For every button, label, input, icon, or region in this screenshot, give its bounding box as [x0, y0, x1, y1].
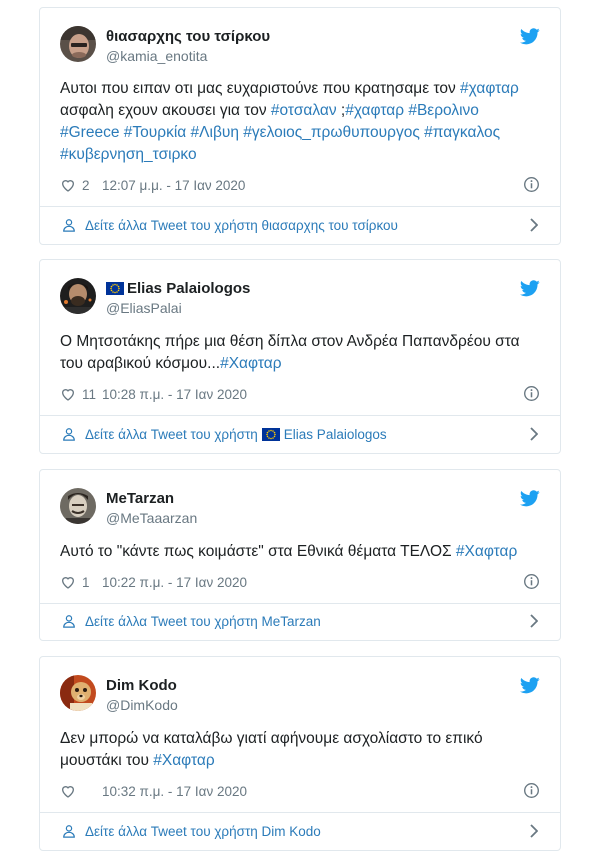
hashtag-link[interactable]: #χαφταρ: [345, 102, 404, 119]
tweet-meta: 11 10:28 π.μ. - 17 Ιαν 2020: [60, 383, 540, 405]
timestamp[interactable]: 10:22 π.μ. - 17 Ιαν 2020: [102, 575, 247, 590]
avatar[interactable]: [60, 26, 96, 62]
heart-icon[interactable]: [60, 783, 76, 799]
user-icon: [63, 219, 75, 232]
info-icon[interactable]: [523, 176, 540, 193]
display-name-text: Elias Palaiologos: [127, 280, 251, 297]
tweet-header: Dim Kodo @DimKodo: [40, 657, 560, 729]
tweet-text: Αυτοι που ειπαν οτι μας ευχαριστούνε που…: [60, 78, 540, 166]
see-more-tweets-link[interactable]: Δείτε άλλα Tweet του χρήστη Dim Kodo: [40, 812, 560, 850]
heart-icon[interactable]: [60, 386, 76, 402]
hashtag-link[interactable]: #Τουρκία: [124, 124, 186, 141]
like-count[interactable]: 1: [82, 575, 96, 590]
hashtag-link[interactable]: #Χαφταρ: [456, 543, 517, 560]
tweet-text: Ο Μητσοτάκης πήρε μια θέση δίπλα στον Αν…: [60, 331, 540, 375]
timestamp[interactable]: 10:32 π.μ. - 17 Ιαν 2020: [102, 784, 247, 799]
heart-icon[interactable]: [60, 574, 76, 590]
twitter-bird-icon[interactable]: [520, 490, 540, 507]
tweet-text-segment: ασφαλη εχουν ακουσει για τον: [60, 102, 271, 119]
hashtag-link[interactable]: #Greece: [60, 124, 119, 141]
eu-flag-icon: [106, 282, 124, 295]
chevron-right-icon: [530, 614, 538, 628]
tweet-meta: 2 12:07 μ.μ. - 17 Ιαν 2020: [60, 174, 540, 196]
hashtag-link[interactable]: #χαφταρ: [460, 80, 519, 97]
see-more-label: Δείτε άλλα Tweet του χρήστη: [85, 426, 258, 442]
info-icon[interactable]: [523, 782, 540, 799]
twitter-bird-icon[interactable]: [520, 677, 540, 694]
avatar[interactable]: [60, 278, 96, 314]
display-name[interactable]: Dim Kodo: [106, 677, 177, 694]
tweet-card: MeTarzan @MeTaaarzan Αυτό το "κάντε πως …: [39, 469, 561, 641]
display-name-text: Dim Kodo: [106, 677, 177, 694]
display-name-text: MeTarzan: [106, 490, 175, 507]
hashtag-link[interactable]: #κυβερνηση_τσιρκο: [60, 146, 197, 163]
timestamp[interactable]: 12:07 μ.μ. - 17 Ιαν 2020: [102, 178, 245, 193]
tweet-text-segment: Αυτό το "κάντε πως κοιμάστε" στα Εθνικά …: [60, 543, 456, 560]
chevron-right-icon: [530, 427, 538, 441]
hashtag-link[interactable]: #Βερολινο: [408, 102, 479, 119]
tweet-text-segment: Δεν μπορώ να καταλάβω γιατί αφήνουμε ασχ…: [60, 730, 483, 769]
twitter-bird-icon[interactable]: [520, 28, 540, 45]
user-handle[interactable]: @kamia_enotita: [106, 48, 207, 64]
tweet-card: Dim Kodo @DimKodo Δεν μπορώ να καταλάβω …: [39, 656, 561, 851]
timestamp[interactable]: 10:28 π.μ. - 17 Ιαν 2020: [102, 387, 247, 402]
twitter-bird-icon[interactable]: [520, 280, 540, 297]
info-icon[interactable]: [523, 573, 540, 590]
see-more-tweets-link[interactable]: Δείτε άλλα Tweet του χρήστη Elias Palaio…: [40, 415, 560, 453]
tweet-meta: 1 10:22 π.μ. - 17 Ιαν 2020: [60, 571, 540, 593]
user-icon: [63, 615, 75, 628]
display-name[interactable]: Elias Palaiologos: [106, 280, 250, 297]
like-count[interactable]: 11: [82, 387, 96, 402]
chevron-right-icon: [530, 824, 538, 838]
tweet-text-segment: ;: [336, 102, 346, 119]
tweet-text-segment: Ο Μητσοτάκης πήρε μια θέση δίπλα στον Αν…: [60, 333, 520, 372]
see-more-name: Elias Palaiologos: [283, 426, 387, 442]
display-name[interactable]: MeTarzan: [106, 490, 174, 507]
heart-icon[interactable]: [60, 177, 76, 193]
hashtag-link[interactable]: #παγκαλος: [424, 124, 500, 141]
avatar[interactable]: [60, 488, 96, 524]
see-more-tweets-link[interactable]: Δείτε άλλα Tweet του χρήστη θιασαρχης το…: [40, 206, 560, 244]
display-name[interactable]: θιασαρχης του τσίρκου: [106, 28, 270, 45]
tweet-text-segment: Αυτοι που ειπαν οτι μας ευχαριστούνε που…: [60, 80, 461, 97]
user-handle[interactable]: @DimKodo: [106, 697, 178, 713]
hashtag-link[interactable]: #γελοιος_πρωθυπουργος: [243, 124, 420, 141]
hashtag-link[interactable]: #Λιβυη: [191, 124, 239, 141]
tweet-header: MeTarzan @MeTaaarzan: [40, 470, 560, 542]
info-icon[interactable]: [523, 385, 540, 402]
tweet-text: Δεν μπορώ να καταλάβω γιατί αφήνουμε ασχ…: [60, 728, 540, 772]
user-handle[interactable]: @EliasPalai: [106, 300, 182, 316]
user-icon: [63, 825, 75, 838]
tweet-card: Elias Palaiologos @EliasPalai Ο Μητσοτάκ…: [39, 259, 561, 454]
user-handle[interactable]: @MeTaaarzan: [106, 510, 197, 526]
see-more-label: Δείτε άλλα Tweet του χρήστη MeTarzan: [85, 613, 321, 629]
user-icon: [63, 428, 75, 441]
eu-flag-icon: [261, 427, 280, 441]
see-more-tweets-link[interactable]: Δείτε άλλα Tweet του χρήστη MeTarzan: [40, 602, 560, 640]
tweet-text: Αυτό το "κάντε πως κοιμάστε" στα Εθνικά …: [60, 541, 540, 563]
tweet-header: Elias Palaiologos @EliasPalai: [40, 260, 560, 332]
display-name-text: θιασαρχης του τσίρκου: [106, 28, 271, 45]
like-count[interactable]: 2: [82, 178, 96, 193]
chevron-right-icon: [530, 218, 538, 232]
see-more-label: Δείτε άλλα Tweet του χρήστη θιασαρχης το…: [85, 217, 398, 233]
hashtag-link[interactable]: #Χαφταρ: [220, 355, 281, 372]
avatar[interactable]: [60, 675, 96, 711]
tweet-meta: 10:32 π.μ. - 17 Ιαν 2020: [60, 780, 540, 802]
see-more-label: Δείτε άλλα Tweet του χρήστη Dim Kodo: [85, 823, 321, 839]
hashtag-link[interactable]: #οτσαλαν: [271, 102, 337, 119]
hashtag-link[interactable]: #Χαφταρ: [153, 752, 214, 769]
tweet-header: θιασαρχης του τσίρκου @kamia_enotita: [40, 8, 560, 80]
tweet-card: θιασαρχης του τσίρκου @kamia_enotita Αυτ…: [39, 7, 561, 245]
